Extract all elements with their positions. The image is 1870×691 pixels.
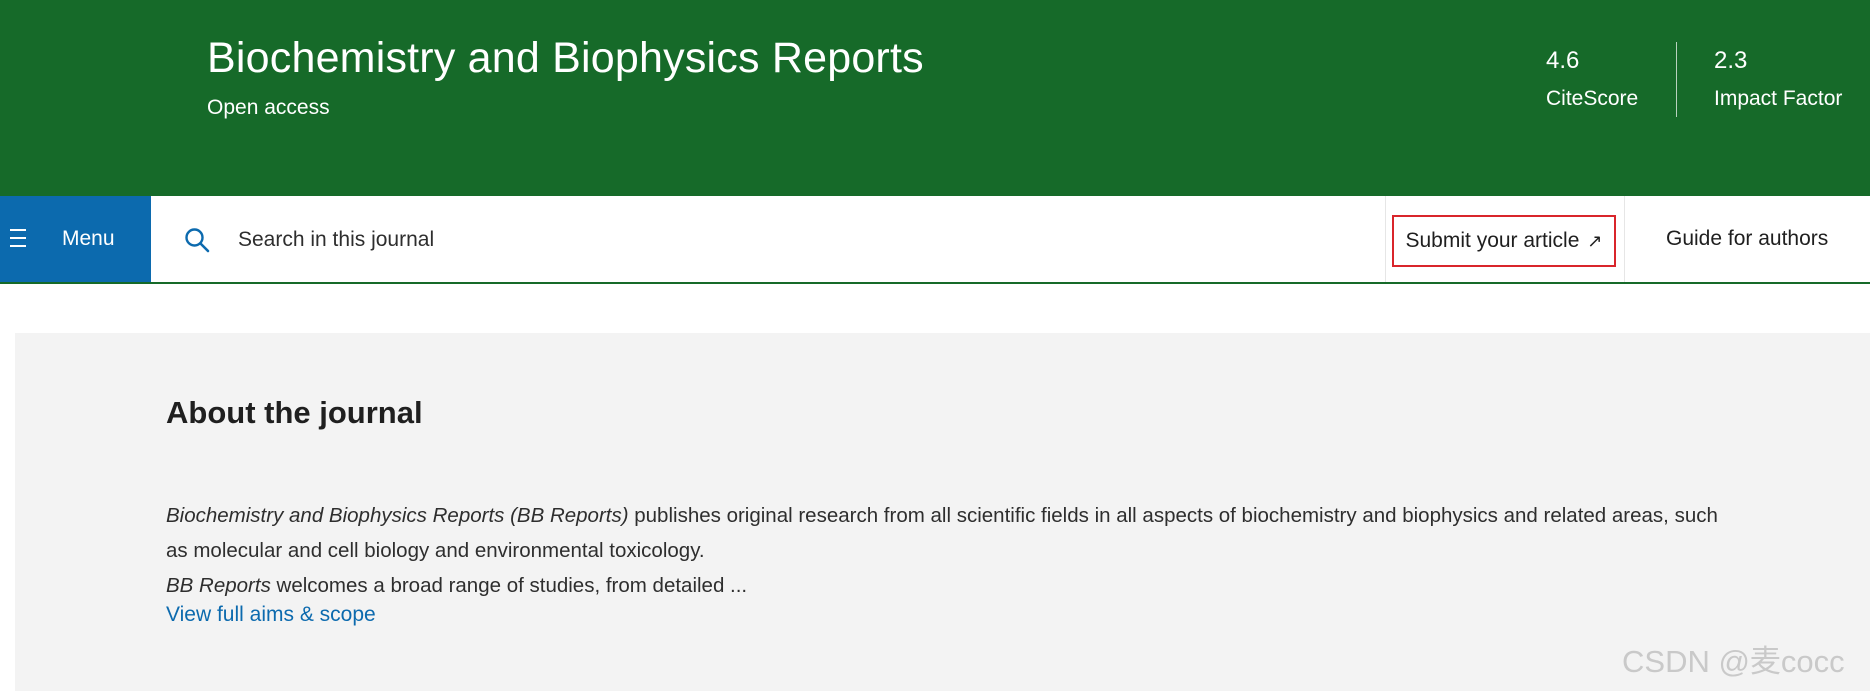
about-heading: About the journal <box>166 395 423 430</box>
impact-factor-metric: 2.3 Impact Factor <box>1714 46 1842 114</box>
impact-factor-value: 2.3 <box>1714 47 1748 74</box>
about-description: Biochemistry and Biophysics Reports (BB … <box>166 498 1736 603</box>
search-icon[interactable] <box>183 226 211 254</box>
about-paragraph-text: welcomes a broad range of studies, from … <box>270 574 748 597</box>
journal-title: Biochemistry and Biophysics Reports <box>207 34 924 82</box>
citescore-metric: 4.6 CiteScore <box>1546 46 1638 114</box>
nav-divider <box>1385 196 1386 282</box>
submit-article-label: Submit your article <box>1405 229 1580 252</box>
impact-factor-label: Impact Factor <box>1714 87 1843 110</box>
journal-short-name-italic: BB Reports <box>166 574 271 597</box>
view-aims-scope-link[interactable]: View full aims & scope <box>166 603 376 627</box>
hamburger-icon <box>10 229 26 247</box>
citescore-value: 4.6 <box>1546 47 1580 74</box>
about-paragraph: BB Reports welcomes a broad range of stu… <box>166 568 1736 603</box>
submit-article-button[interactable]: Submit your article ↗ <box>1392 215 1616 267</box>
metric-divider <box>1676 42 1677 117</box>
journal-header: Biochemistry and Biophysics Reports Open… <box>0 0 1870 196</box>
nav-divider <box>1624 196 1625 282</box>
menu-button[interactable]: Menu <box>0 196 151 282</box>
journal-name-italic: Biochemistry and Biophysics Reports (BB … <box>166 504 629 527</box>
access-badge: Open access <box>207 96 330 119</box>
about-journal-section: About the journal Biochemistry and Bioph… <box>15 333 1870 691</box>
journal-nav-bar: Menu Submit your article ↗ Guide for aut… <box>0 196 1870 284</box>
journal-search-input[interactable] <box>236 218 1140 262</box>
guide-for-authors-link[interactable]: Guide for authors <box>1666 227 1828 251</box>
citescore-label: CiteScore <box>1546 87 1639 110</box>
menu-label: Menu <box>62 227 115 250</box>
watermark: CSDN @麦cocc <box>1622 644 1845 679</box>
about-paragraph: Biochemistry and Biophysics Reports (BB … <box>166 498 1736 568</box>
external-link-icon: ↗ <box>1587 230 1603 251</box>
